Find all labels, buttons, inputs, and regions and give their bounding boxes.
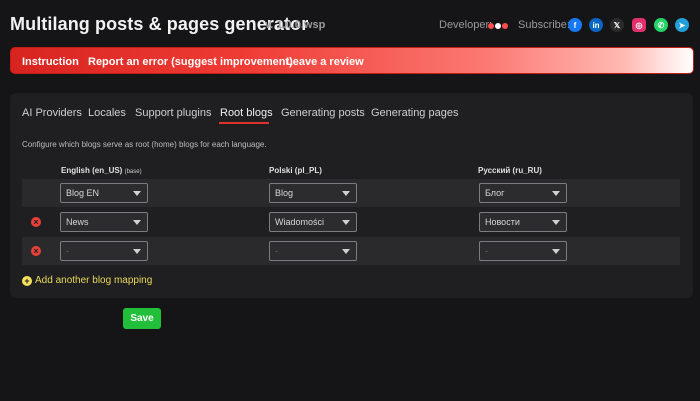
blog-select-en[interactable]: Blog EN	[60, 183, 148, 203]
mapping-row: Blog EN Blog Блог	[22, 179, 680, 207]
developer-dot	[502, 23, 508, 29]
caret-down-icon	[133, 220, 141, 225]
column-header-en: English (en_US) (base)	[61, 166, 142, 175]
select-value: Blog EN	[66, 188, 100, 198]
column-header-ru: Русский (ru_RU)	[478, 166, 542, 175]
caret-down-icon	[342, 249, 350, 254]
developer-dot	[488, 23, 494, 29]
telegram-icon[interactable]: ➤	[675, 18, 689, 32]
tab-locales[interactable]: Locales	[88, 107, 126, 119]
mapping-row: × - - -	[22, 237, 680, 265]
header: Multilang posts & pages generator v. 1.0…	[0, 0, 700, 46]
blog-select-pl[interactable]: Blog	[269, 183, 357, 203]
blog-select-en[interactable]: News	[60, 212, 148, 232]
column-header-pl: Polski (pl_PL)	[269, 166, 322, 175]
page-description: Configure which blogs serve as root (hom…	[22, 140, 267, 149]
tab-ai-providers[interactable]: AI Providers	[22, 107, 82, 119]
leave-review-link[interactable]: Leave a review	[286, 56, 364, 68]
instruction-link[interactable]: Instruction	[22, 56, 79, 68]
select-value: Блог	[485, 188, 505, 198]
column-header-label: English (en_US)	[61, 166, 123, 175]
caret-down-icon	[342, 220, 350, 225]
facebook-icon[interactable]: f	[568, 18, 582, 32]
add-blog-mapping-label: Add another blog mapping	[35, 275, 153, 286]
blog-select-ru[interactable]: -	[479, 241, 567, 261]
developer-dot	[495, 23, 501, 29]
tab-root-blogs[interactable]: Root blogs	[220, 107, 273, 119]
tab-support-plugins[interactable]: Support plugins	[135, 107, 211, 119]
tab-generating-pages[interactable]: Generating pages	[371, 107, 458, 119]
select-value: News	[66, 217, 89, 227]
app-title: Multilang posts & pages generator	[10, 14, 309, 34]
x-icon[interactable]: 𝕏	[610, 18, 624, 32]
remove-row-icon[interactable]: ×	[31, 217, 41, 227]
blog-select-ru[interactable]: Блог	[479, 183, 567, 203]
blog-select-pl[interactable]: Wiadomości	[269, 212, 357, 232]
select-value: -	[66, 246, 69, 256]
base-note: (base)	[124, 169, 142, 175]
select-value: -	[275, 246, 278, 256]
blog-select-ru[interactable]: Новости	[479, 212, 567, 232]
developer-label: Developer:	[439, 19, 493, 31]
whatsapp-icon[interactable]: ✆	[654, 18, 668, 32]
caret-down-icon	[133, 249, 141, 254]
caret-down-icon	[552, 249, 560, 254]
caret-down-icon	[552, 191, 560, 196]
select-value: Blog	[275, 188, 294, 198]
linkedin-icon[interactable]: in	[589, 18, 603, 32]
caret-down-icon	[552, 220, 560, 225]
report-error-link[interactable]: Report an error (suggest improvement)	[88, 56, 293, 68]
settings-panel: AI Providers Locales Support plugins Roo…	[10, 93, 693, 298]
mapping-row: × News Wiadomości Новости	[22, 208, 680, 236]
remove-row-icon[interactable]: ×	[31, 246, 41, 256]
save-button[interactable]: Save	[123, 308, 161, 329]
active-tab-indicator	[219, 122, 269, 124]
caret-down-icon	[133, 191, 141, 196]
plus-circle-icon: +	[22, 275, 32, 286]
instagram-icon[interactable]: ◎	[632, 18, 646, 32]
select-value: -	[485, 246, 488, 256]
app-version: v. 1.0.0.wsp	[265, 19, 326, 31]
add-blog-mapping-link[interactable]: + Add another blog mapping	[22, 275, 152, 286]
links-banner: Instruction Report an error (suggest imp…	[10, 47, 694, 74]
developer-logo[interactable]	[488, 23, 508, 29]
tab-generating-posts[interactable]: Generating posts	[281, 107, 365, 119]
caret-down-icon	[342, 191, 350, 196]
select-value: Новости	[485, 217, 520, 227]
blog-select-en[interactable]: -	[60, 241, 148, 261]
blog-select-pl[interactable]: -	[269, 241, 357, 261]
select-value: Wiadomości	[275, 217, 325, 227]
subscribe-label: Subscribe:	[518, 19, 570, 31]
